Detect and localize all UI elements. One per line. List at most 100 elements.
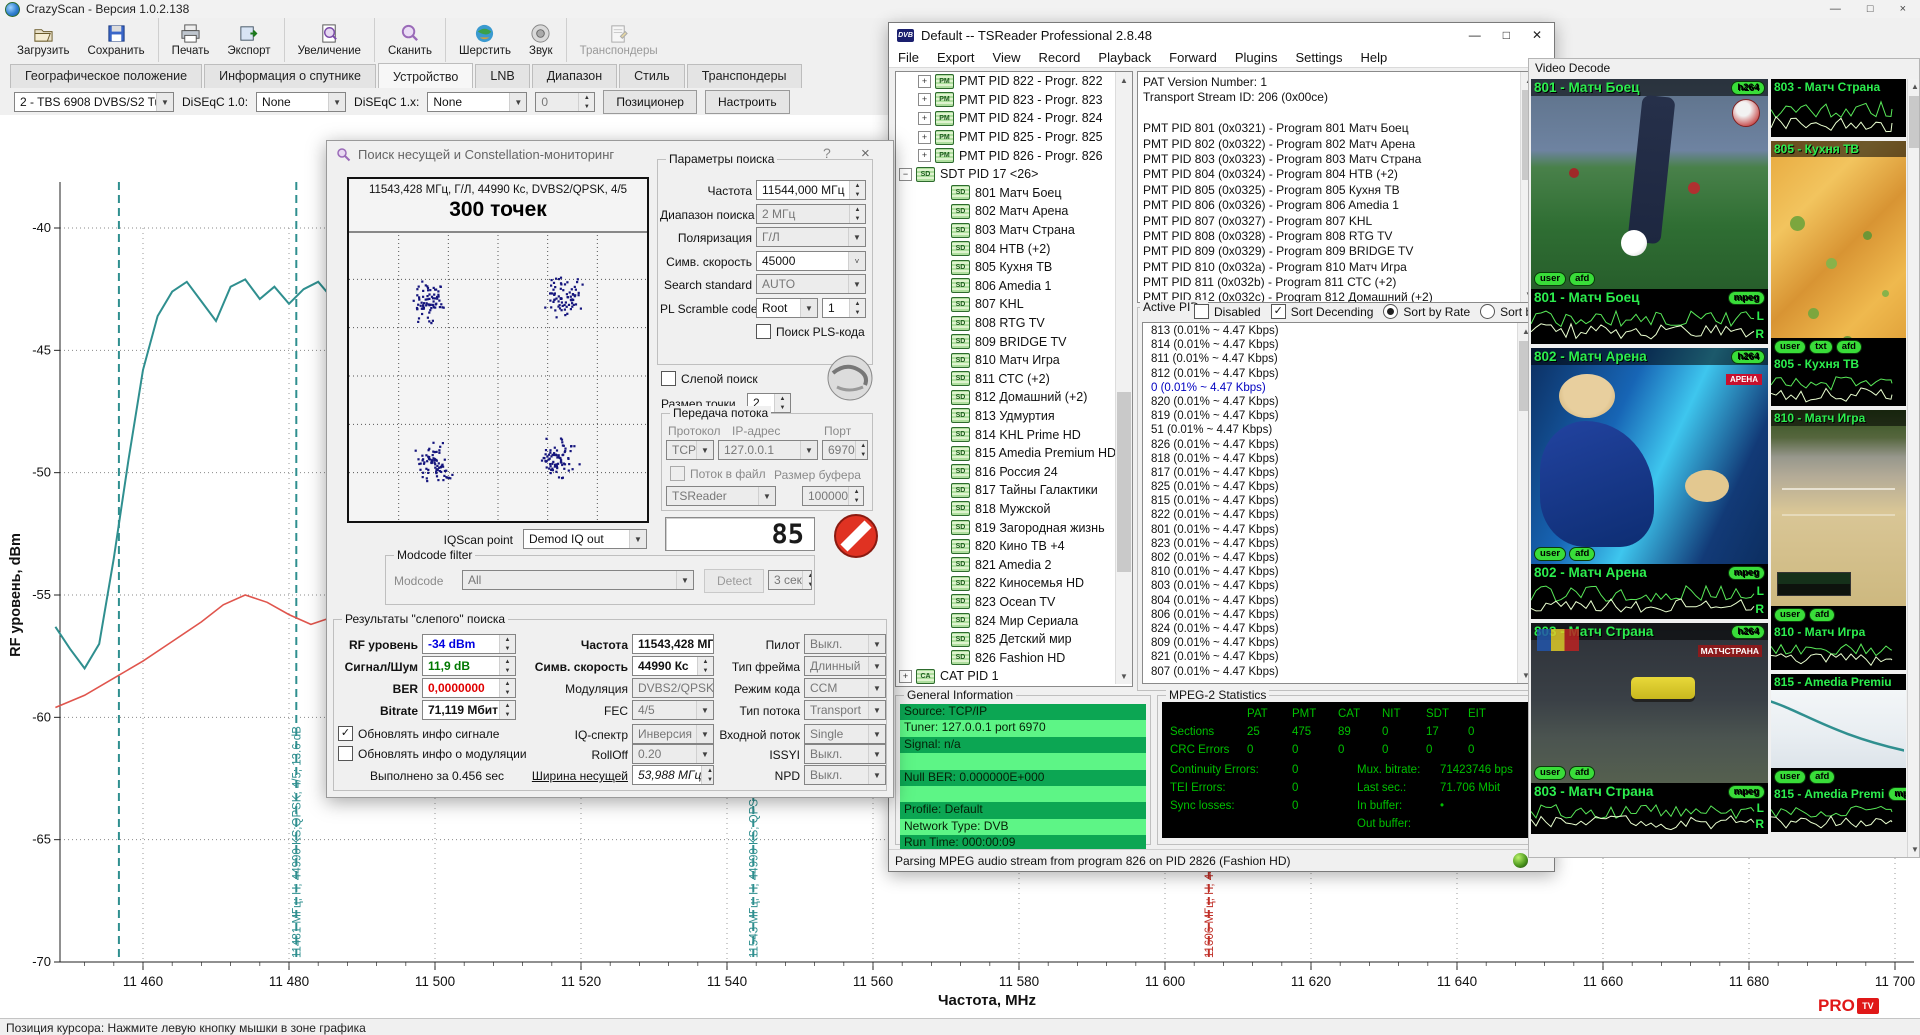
tree-item[interactable]: SD 804 НТВ (+2) <box>896 239 1132 258</box>
tree-item[interactable]: + CA CAT PID 1 <box>896 667 1132 686</box>
tab[interactable]: Стиль <box>619 64 685 88</box>
pid-row[interactable]: 810 (0.01% ~ 4.47 Kbps) <box>1151 566 1533 580</box>
update-signal-checkbox[interactable]: ✓Обновлять инфо сигнале <box>338 726 499 741</box>
tree-expand-icon[interactable]: − <box>899 168 912 181</box>
menu-item[interactable]: File <box>889 50 928 65</box>
tab[interactable]: Информация о спутнике <box>204 64 376 88</box>
disabled-checkbox[interactable]: Disabled <box>1194 304 1261 319</box>
menu-item[interactable]: Playback <box>1089 50 1160 65</box>
tuner-select[interactable]: 2 - TBS 6908 DVBS/S2 Tuner 0▼ <box>14 92 174 112</box>
maximize-button[interactable]: □ <box>1503 28 1510 42</box>
tree-item[interactable]: SD 807 KHL <box>896 295 1132 314</box>
issyi-select[interactable]: Выкл.▼ <box>804 744 886 764</box>
minimize-button[interactable]: — <box>1830 3 1841 15</box>
tree-expand-icon[interactable]: + <box>918 75 931 88</box>
stream-type-select[interactable]: Transport▼ <box>804 700 886 720</box>
tree-item[interactable]: SD 821 Amedia 2 <box>896 555 1132 574</box>
spinner-arrows-icon[interactable]: ▲▼ <box>578 93 594 111</box>
tree-item[interactable]: SD 802 Матч Арена <box>896 202 1132 221</box>
pid-row[interactable]: 806 (0.01% ~ 4.47 Kbps) <box>1151 609 1533 623</box>
diseqc1x-select[interactable]: None▼ <box>427 92 527 112</box>
toolbar-button[interactable]: Увеличение <box>289 18 375 62</box>
tree-item[interactable]: SD 826 Fashion HD <box>896 648 1132 667</box>
pid-row[interactable]: 813 (0.01% ~ 4.47 Kbps) <box>1151 325 1533 339</box>
pid-row[interactable]: 823 (0.01% ~ 4.47 Kbps) <box>1151 538 1533 552</box>
tab[interactable]: Транспондеры <box>687 64 802 88</box>
pid-row[interactable]: 812 (0.01% ~ 4.47 Kbps) <box>1151 368 1533 382</box>
scroll-up-icon[interactable]: ▲ <box>1908 79 1920 94</box>
audio-tile-803[interactable]: 803 - Матч Страна <box>1771 79 1906 137</box>
tab[interactable]: Устройство <box>378 63 473 89</box>
rf-level-field[interactable]: -34 dBm▲▼ <box>422 634 516 654</box>
menu-item[interactable]: Forward <box>1160 50 1226 65</box>
tab[interactable]: Географическое положение <box>10 64 202 88</box>
snr-field[interactable]: 11,9 dB▲▼ <box>422 656 516 676</box>
ber-field[interactable]: 0,0000000▲▼ <box>422 678 516 698</box>
pid-row[interactable]: 826 (0.01% ~ 4.47 Kbps) <box>1151 439 1533 453</box>
tree-item[interactable]: SD 820 Кино ТВ +4 <box>896 537 1132 556</box>
close-button[interactable]: ✕ <box>1532 28 1542 42</box>
configure-button[interactable]: Настроить <box>705 90 790 114</box>
pid-row[interactable]: 814 (0.01% ~ 4.47 Kbps) <box>1151 339 1533 353</box>
tree-item[interactable]: SD 809 BRIDGE TV <box>896 332 1132 351</box>
pid-row[interactable]: 807 (0.01% ~ 4.47 Kbps) <box>1151 666 1533 680</box>
tree-expand-icon[interactable]: + <box>918 149 931 162</box>
pid-row[interactable]: 818 (0.01% ~ 4.47 Kbps) <box>1151 453 1533 467</box>
menu-item[interactable]: View <box>984 50 1030 65</box>
tree-item[interactable]: SD 805 Кухня ТВ <box>896 258 1132 277</box>
search-standard-select[interactable]: AUTO▼ <box>756 274 866 294</box>
pid-row[interactable]: 809 (0.01% ~ 4.47 Kbps) <box>1151 637 1533 651</box>
tree-expand-icon[interactable]: + <box>918 112 931 125</box>
tree-item[interactable]: + PM PMT PID 823 - Progr. 823 <box>896 91 1132 110</box>
rolloff-select[interactable]: 0.20▼ <box>632 744 714 764</box>
maximize-button[interactable]: □ <box>1867 3 1874 15</box>
blind-search-checkbox[interactable]: Слепой поиск <box>661 371 758 386</box>
carrier-width-field[interactable]: 53,988 МГц▲▼ <box>632 765 714 785</box>
polarization-select[interactable]: Г/Л▼ <box>756 227 866 247</box>
pid-row[interactable]: 51 (0.01% ~ 4.47 Kbps) <box>1151 424 1533 438</box>
tree-item[interactable]: SD 815 Amedia Premium HD <box>896 444 1132 463</box>
modulation-select[interactable]: DVBS2/QPSK▼ <box>632 678 714 698</box>
tree-item[interactable]: + PM PMT PID 826 - Progr. 826 <box>896 146 1132 165</box>
scroll-down-icon[interactable]: ▼ <box>1116 668 1132 684</box>
tree-item[interactable]: + PM PMT PID 824 - Progr. 824 <box>896 109 1132 128</box>
position-stepper[interactable]: 0▲▼ <box>535 92 595 112</box>
tree-item[interactable]: SD 817 Тайны Галактики <box>896 481 1132 500</box>
tree-item[interactable]: SD 824 Мир Сериала <box>896 611 1132 630</box>
toolbar-button[interactable]: Шерстить <box>450 18 520 62</box>
input-stream-select[interactable]: Single▼ <box>804 724 886 744</box>
tree-scrollbar[interactable]: ▲ ▼ <box>1115 72 1132 684</box>
menu-item[interactable]: Export <box>928 50 984 65</box>
pid-row[interactable]: 825 (0.01% ~ 4.47 Kbps) <box>1151 481 1533 495</box>
pid-row[interactable]: 802 (0.01% ~ 4.47 Kbps) <box>1151 552 1533 566</box>
symbol-rate-select[interactable]: 45000˅ <box>756 251 866 271</box>
pid-row[interactable]: 0 (0.01% ~ 4.47 Kbps) <box>1151 382 1533 396</box>
toolbar-button[interactable]: Экспорт <box>218 18 284 62</box>
pid-row[interactable]: 804 (0.01% ~ 4.47 Kbps) <box>1151 595 1533 609</box>
tree-item[interactable]: SD 816 Россия 24 <box>896 462 1132 481</box>
menu-item[interactable]: Settings <box>1286 50 1351 65</box>
toolbar-button[interactable]: Сохранить <box>79 18 159 62</box>
scroll-up-icon[interactable]: ▲ <box>1116 72 1132 88</box>
tree-item[interactable]: SD 811 СТС (+2) <box>896 370 1132 389</box>
menu-item[interactable]: Record <box>1029 50 1089 65</box>
pat-info-panel[interactable]: PAT Version Number: 1Transport Stream ID… <box>1137 71 1537 303</box>
pl-scramble-mode-select[interactable]: Root▼ <box>756 298 818 318</box>
tree-item[interactable]: + PM PMT PID 822 - Progr. 822 <box>896 72 1132 91</box>
pid-row[interactable]: 820 (0.01% ~ 4.47 Kbps) <box>1151 396 1533 410</box>
pid-row[interactable]: 811 (0.01% ~ 4.47 Kbps) <box>1151 353 1533 367</box>
sort-by-rate-radio[interactable]: Sort by Rate <box>1383 304 1470 319</box>
toolbar-button[interactable]: Транспондеры <box>571 18 667 62</box>
video-tile-810[interactable]: 810 - Матч Игра userafd 810 - Матч Игра <box>1771 410 1906 670</box>
video-tile-802[interactable]: 802 - Матч Аренаh264 АРЕНА userafd 802 -… <box>1531 348 1768 619</box>
menu-item[interactable]: Help <box>1351 50 1396 65</box>
pid-row[interactable]: 801 (0.01% ~ 4.47 Kbps) <box>1151 524 1533 538</box>
menu-item[interactable]: Plugins <box>1226 50 1287 65</box>
frame-type-select[interactable]: Длинный▼ <box>804 656 886 676</box>
pid-row[interactable]: 822 (0.01% ~ 4.47 Kbps) <box>1151 509 1533 523</box>
stop-icon[interactable] <box>833 513 879 559</box>
tab[interactable]: LNB <box>475 64 529 88</box>
minimize-button[interactable]: — <box>1469 28 1481 42</box>
bitrate-field[interactable]: 71,119 Мбит▲▼ <box>422 700 516 720</box>
pid-row[interactable]: 819 (0.01% ~ 4.47 Kbps) <box>1151 410 1533 424</box>
